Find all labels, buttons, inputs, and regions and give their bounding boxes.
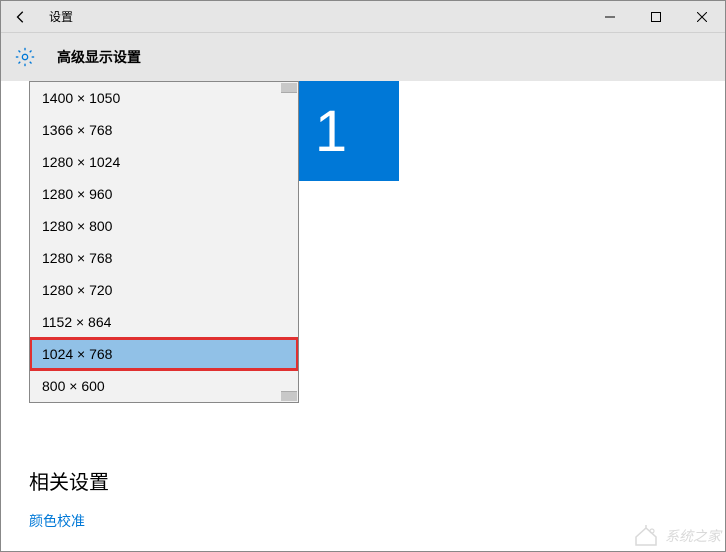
resolution-option[interactable]: 1280 × 800	[30, 210, 298, 242]
resolution-list: 1400 × 10501366 × 7681280 × 10241280 × 9…	[30, 82, 298, 402]
resolution-option[interactable]: 1280 × 768	[30, 242, 298, 274]
resolution-option[interactable]: 1280 × 1024	[30, 146, 298, 178]
close-button[interactable]	[679, 1, 725, 33]
gear-icon	[15, 47, 35, 67]
resolution-option[interactable]: 1366 × 768	[30, 114, 298, 146]
resolution-option[interactable]: 800 × 600	[30, 370, 298, 402]
titlebar: 设置	[1, 1, 725, 33]
back-arrow-icon	[14, 10, 28, 24]
resolution-dropdown[interactable]: 1400 × 10501366 × 7681280 × 10241280 × 9…	[29, 81, 299, 403]
window-title: 设置	[49, 8, 73, 25]
house-icon	[633, 525, 659, 547]
scroll-down-button[interactable]	[281, 391, 297, 401]
maximize-button[interactable]	[633, 1, 679, 33]
back-button[interactable]	[1, 1, 41, 32]
content-area: 1 1400 × 10501366 × 7681280 × 10241280 ×…	[1, 81, 725, 551]
close-icon	[697, 12, 707, 22]
page-title: 高级显示设置	[57, 47, 141, 67]
watermark-text: 系统之家	[665, 526, 721, 546]
resolution-option[interactable]: 1024 × 768	[30, 338, 298, 370]
minimize-icon	[605, 12, 615, 22]
resolution-option[interactable]: 1280 × 960	[30, 178, 298, 210]
watermark: 系统之家	[633, 525, 721, 547]
monitor-number: 1	[315, 98, 347, 165]
page-header: 高级显示设置	[1, 33, 725, 81]
resolution-option[interactable]: 1152 × 864	[30, 306, 298, 338]
color-calibration-link[interactable]: 颜色校准	[29, 511, 85, 531]
maximize-icon	[651, 12, 661, 22]
related-settings-heading: 相关设置	[29, 466, 109, 495]
resolution-option[interactable]: 1280 × 720	[30, 274, 298, 306]
window-controls	[587, 1, 725, 33]
minimize-button[interactable]	[587, 1, 633, 33]
resolution-option[interactable]: 1400 × 1050	[30, 82, 298, 114]
